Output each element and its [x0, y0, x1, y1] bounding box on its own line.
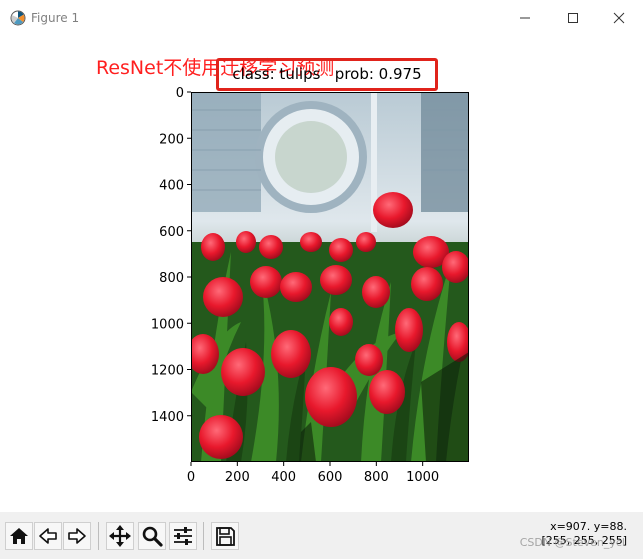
minimize-button[interactable] — [502, 6, 548, 30]
watermark: CSDN @Steven_ycl — [519, 536, 625, 549]
pan-button[interactable] — [106, 522, 134, 550]
window-title: Figure 1 — [31, 11, 80, 25]
x-tick-label: 800 — [364, 470, 389, 485]
cursor-coords: x=907. y=88. — [550, 520, 627, 533]
x-tick-label: 400 — [271, 470, 296, 485]
home-icon — [10, 528, 28, 544]
zoom-button[interactable] — [138, 522, 166, 550]
home-button[interactable] — [5, 522, 33, 550]
configure-subplots-icon — [174, 527, 192, 545]
forward-button[interactable] — [63, 522, 91, 550]
matplotlib-icon — [10, 10, 26, 26]
x-tick-label: 1000 — [406, 470, 439, 485]
photo-window-inner — [275, 121, 347, 193]
toolbar-separator — [98, 522, 99, 550]
photo-image — [191, 92, 469, 462]
x-axis-ticks: 0 200 400 600 800 1000 — [187, 462, 439, 485]
maximize-button[interactable] — [550, 6, 596, 30]
figure-canvas[interactable]: ResNet不使用迁移学习预测 class: tulips prob: 0.97… — [0, 36, 643, 512]
maximize-icon — [568, 13, 578, 23]
x-tick-label: 200 — [225, 470, 250, 485]
y-tick-label: 200 — [159, 132, 184, 147]
plot-axes[interactable]: 0 200 400 600 800 1000 0 200 400 600 800 1000 1200 1… — [151, 86, 469, 485]
y-tick-label: 0 — [176, 86, 184, 101]
x-tick-label: 0 — [187, 470, 195, 485]
y-tick-label: 800 — [159, 271, 184, 286]
zoom-icon — [142, 526, 163, 547]
save-icon — [216, 527, 235, 546]
y-tick-label: 400 — [159, 179, 184, 194]
x-tick-label: 600 — [318, 470, 343, 485]
pan-icon — [109, 525, 131, 547]
y-tick-label: 600 — [159, 225, 184, 240]
title-bar[interactable]: Figure 1 — [0, 0, 643, 36]
plot-title: class: tulips prob: 0.975 — [232, 65, 422, 83]
figure-window: Figure 1 ResNet不使用迁移学习预测 class: tulips p… — [0, 0, 643, 559]
save-button[interactable] — [211, 522, 239, 550]
y-tick-label: 1000 — [151, 317, 184, 332]
y-tick-label: 1400 — [151, 410, 184, 425]
configure-subplots-button[interactable] — [169, 522, 197, 550]
y-axis-ticks: 0 200 400 600 800 1000 1200 1400 — [151, 86, 191, 425]
toolbar-separator — [203, 522, 204, 550]
close-button[interactable] — [596, 6, 642, 30]
forward-icon — [68, 528, 86, 544]
back-button[interactable] — [34, 522, 62, 550]
close-icon — [613, 12, 625, 24]
y-tick-label: 1200 — [151, 364, 184, 379]
back-icon — [39, 528, 57, 544]
minimize-icon — [520, 17, 530, 19]
